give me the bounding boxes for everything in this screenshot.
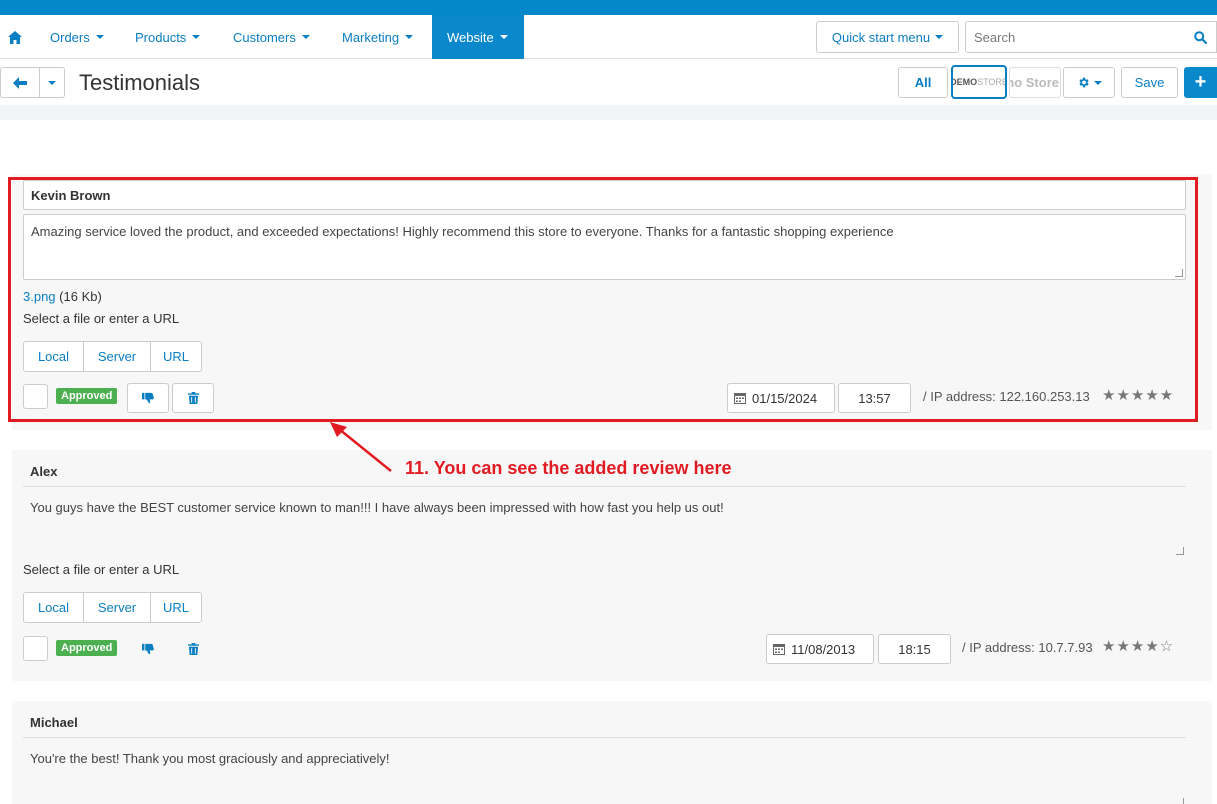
search-button[interactable] <box>1185 21 1217 53</box>
calendar-icon <box>773 644 785 655</box>
review-name-input[interactable]: Michael <box>23 708 1186 738</box>
action-bar: Testimonials All DEMOSTORE Demo Store Sa… <box>0 59 1217 105</box>
back-dropdown-button[interactable] <box>39 67 65 98</box>
quick-start-menu-button[interactable]: Quick start menu <box>816 21 959 53</box>
source-url-button[interactable]: URL <box>151 593 201 622</box>
back-button[interactable] <box>0 67 40 98</box>
nav-products[interactable]: Products <box>121 15 214 59</box>
save-button[interactable]: Save <box>1121 67 1178 98</box>
annotation-highlight-box <box>8 177 1198 422</box>
search-icon <box>1194 30 1207 44</box>
chevron-down-icon <box>935 35 944 39</box>
resize-handle-icon[interactable] <box>1176 798 1184 804</box>
disapprove-button[interactable] <box>127 634 169 664</box>
file-source-group: Local Server URL <box>23 592 202 623</box>
thumbs-down-icon <box>141 643 154 654</box>
home-icon[interactable] <box>0 15 30 59</box>
chevron-down-icon <box>301 35 310 39</box>
star-rating[interactable]: ★★★★☆ <box>1102 637 1174 655</box>
nav-orders[interactable]: Orders <box>36 15 118 59</box>
review-card: Michael You're the best! Thank you most … <box>12 701 1212 804</box>
main-nav: Orders Products Customers Marketing Webs… <box>0 15 1217 59</box>
trash-icon <box>187 643 199 655</box>
annotation-arrow-icon <box>330 422 392 472</box>
annotation-text: 11. You can see the added review here <box>405 458 732 478</box>
review-message-textarea[interactable]: You guys have the BEST customer service … <box>23 491 1186 557</box>
page-title: Testimonials <box>79 70 201 95</box>
resize-handle-icon[interactable] <box>1176 547 1184 555</box>
file-select-label: Select a file or enter a URL <box>23 562 180 577</box>
nav-customers[interactable]: Customers <box>219 15 324 59</box>
store-selector-demo-store-2[interactable]: Demo Store <box>1009 67 1061 98</box>
source-server-button[interactable]: Server <box>84 593 151 622</box>
nav-marketing[interactable]: Marketing <box>328 15 427 59</box>
chevron-down-icon <box>95 35 104 39</box>
search-input[interactable] <box>965 21 1186 53</box>
chevron-down-icon <box>405 35 414 39</box>
status-badge: Approved <box>56 640 118 656</box>
add-button[interactable]: + <box>1184 67 1217 98</box>
delete-button[interactable] <box>172 634 214 664</box>
content-separator <box>0 105 1217 120</box>
nav-website[interactable]: Website <box>432 15 524 59</box>
chevron-down-icon <box>192 35 201 39</box>
all-stores-button[interactable]: All <box>898 67 948 98</box>
gear-icon <box>1078 77 1089 88</box>
source-local-button[interactable]: Local <box>24 593 84 622</box>
settings-dropdown-button[interactable] <box>1063 67 1115 98</box>
chevron-down-icon <box>1093 80 1102 85</box>
store-selector-demo-store[interactable]: DEMO STORE <box>951 65 1007 99</box>
arrow-left-icon <box>13 76 27 89</box>
chevron-down-icon <box>499 35 508 39</box>
review-message-textarea[interactable]: You're the best! Thank you most gracious… <box>23 742 1186 804</box>
chevron-down-icon <box>48 80 56 85</box>
review-card: Alex You guys have the BEST customer ser… <box>12 450 1212 681</box>
time-input[interactable]: 18:15 <box>878 634 951 664</box>
date-input[interactable]: 11/08/2013 <box>766 634 874 664</box>
review-select-checkbox[interactable] <box>23 636 48 661</box>
top-bar <box>0 0 1217 15</box>
ip-address: / IP address: 10.7.7.93 <box>962 640 1093 655</box>
